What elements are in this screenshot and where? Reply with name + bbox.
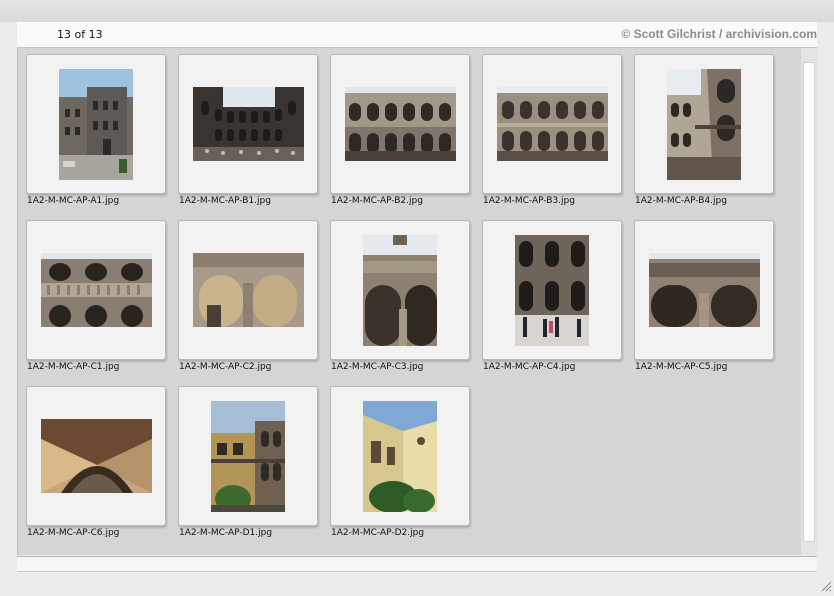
thumbnail-tile[interactable]: 1A2-M-MC-AP-B4.jpg — [634, 54, 786, 220]
palace-facade-photo — [59, 68, 133, 180]
thumbnail-tile[interactable]: 1A2-M-MC-AP-B3.jpg — [482, 54, 634, 220]
thumbnail-filename: 1A2-M-MC-AP-B2.jpg — [331, 196, 423, 206]
slide-frame[interactable] — [482, 54, 622, 194]
thumbnail-filename: 1A2-M-MC-AP-A1.jpg — [27, 196, 120, 206]
yellow-wall-garden-photo — [363, 400, 437, 512]
slide-frame[interactable] — [178, 220, 318, 360]
thumbnail-tile[interactable]: 1A2-M-MC-AP-D2.jpg — [330, 386, 482, 552]
thumbnail-filename: 1A2-M-MC-AP-C2.jpg — [179, 362, 272, 372]
thumbnail-tile[interactable]: 1A2-M-MC-AP-B1.jpg — [178, 54, 330, 220]
thumbnail-tile[interactable]: 1A2-M-MC-AP-D1.jpg — [178, 386, 330, 552]
scrollbar-thumb[interactable] — [803, 62, 815, 542]
thumbnail-filename: 1A2-M-MC-AP-B3.jpg — [483, 196, 575, 206]
courtyard-tree-photo — [211, 400, 285, 512]
arcade-balustrade-photo — [40, 253, 152, 327]
slide-frame[interactable] — [634, 54, 774, 194]
slide-frame[interactable] — [26, 54, 166, 194]
thumbnail-filename: 1A2-M-MC-AP-C3.jpg — [331, 362, 424, 372]
arcade-corridor-photo — [667, 68, 741, 180]
thumbnail-tile[interactable]: 1A2-M-MC-AP-C6.jpg — [26, 386, 178, 552]
thumbnail-tile[interactable]: 1A2-M-MC-AP-A1.jpg — [26, 54, 178, 220]
copyright-credit: © Scott Gilchrist / archivision.com — [621, 27, 817, 41]
thumbnail-filename: 1A2-M-MC-AP-C4.jpg — [483, 362, 576, 372]
courtyard-arcade-photo — [192, 87, 304, 161]
courtyard-visitors-photo — [515, 234, 589, 346]
thumbnail-tile[interactable]: 1A2-M-MC-AP-C3.jpg — [330, 220, 482, 386]
thumbnail-filename: 1A2-M-MC-AP-D2.jpg — [331, 528, 425, 538]
window-top-strip — [0, 0, 834, 22]
arcade-detail-photo — [648, 253, 760, 327]
thumbnail-filename: 1A2-M-MC-AP-C1.jpg — [27, 362, 120, 372]
image-counter: 13 of 13 — [57, 28, 103, 41]
thumbnail-filename: 1A2-M-MC-AP-C5.jpg — [635, 362, 728, 372]
vertical-scrollbar[interactable] — [801, 48, 817, 555]
thumbnail-tile[interactable]: 1A2-M-MC-AP-C5.jpg — [634, 220, 786, 386]
slide-frame[interactable] — [330, 54, 470, 194]
slide-frame[interactable] — [26, 220, 166, 360]
courtyard-arcade-photo — [496, 87, 608, 161]
thumbnail-tile[interactable]: 1A2-M-MC-AP-B2.jpg — [330, 54, 482, 220]
slide-frame[interactable] — [330, 220, 470, 360]
slide-frame[interactable] — [178, 54, 318, 194]
vaulted-ceiling-photo — [40, 419, 152, 493]
viewer-header: 13 of 13 © Scott Gilchrist / archivision… — [17, 22, 817, 48]
stone-arches-photo — [192, 253, 304, 327]
arch-detail-photo — [363, 234, 437, 346]
thumbnail-filename: 1A2-M-MC-AP-B4.jpg — [635, 196, 727, 206]
slide-frame[interactable] — [330, 386, 470, 526]
status-bar — [17, 556, 817, 572]
slide-frame[interactable] — [482, 220, 622, 360]
thumbnail-filename: 1A2-M-MC-AP-B1.jpg — [179, 196, 271, 206]
thumbnail-grid: 1A2-M-MC-AP-A1.jpg 1A2-M-MC-AP-B1.jpg 1A… — [17, 48, 801, 555]
slide-frame[interactable] — [178, 386, 318, 526]
thumbnail-filename: 1A2-M-MC-AP-C6.jpg — [27, 528, 120, 538]
slide-frame[interactable] — [26, 386, 166, 526]
thumbnail-filename: 1A2-M-MC-AP-D1.jpg — [179, 528, 273, 538]
courtyard-arcade-photo — [344, 87, 456, 161]
thumbnail-tile[interactable]: 1A2-M-MC-AP-C2.jpg — [178, 220, 330, 386]
slide-frame[interactable] — [634, 220, 774, 360]
thumbnail-tile[interactable]: 1A2-M-MC-AP-C4.jpg — [482, 220, 634, 386]
thumbnail-tile[interactable]: 1A2-M-MC-AP-C1.jpg — [26, 220, 178, 386]
resize-grip-icon[interactable] — [820, 577, 832, 592]
